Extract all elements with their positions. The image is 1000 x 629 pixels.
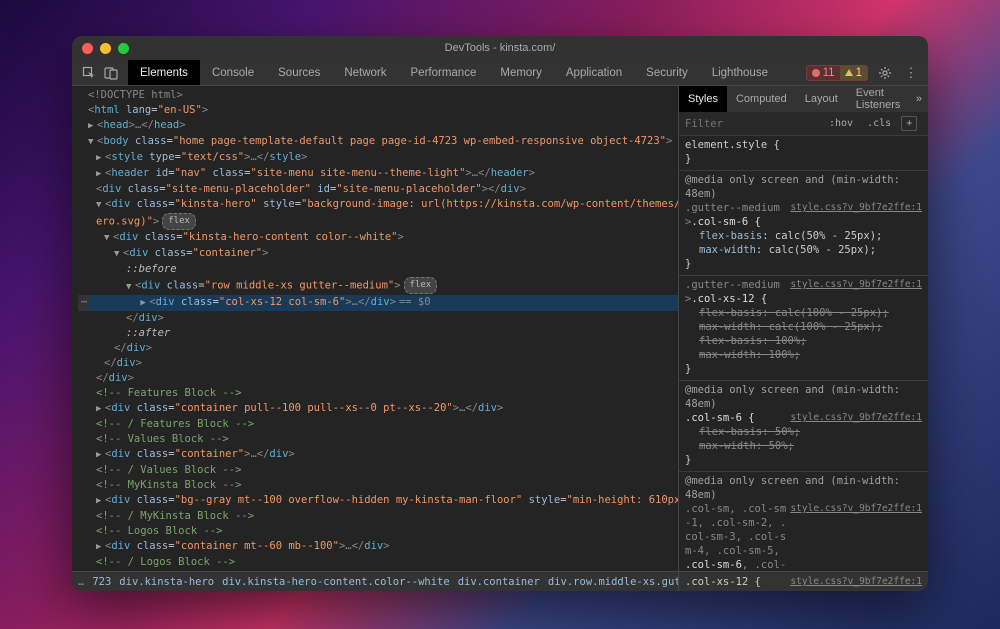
media-query: @media only screen and (min-width: 48em) [685, 173, 922, 201]
pseudo-after: ::after [126, 327, 170, 339]
css-rule[interactable]: @media only screen and (min-width: 48em)… [679, 381, 928, 472]
comment: <!-- Values Block --> [96, 433, 229, 445]
media-query: @media only screen and (min-width: 48em) [685, 474, 922, 502]
devtools-window: DevTools - kinsta.com/ Elements Console … [72, 36, 928, 591]
element-style-rule[interactable]: element.style { } [679, 136, 928, 171]
breadcrumb-item[interactable]: div.kinsta-hero-content.color--white [222, 576, 450, 588]
device-toolbar-icon[interactable] [102, 64, 120, 82]
tab-security[interactable]: Security [634, 60, 700, 85]
window-title: DevTools - kinsta.com/ [72, 42, 928, 54]
new-style-rule-button[interactable]: + [901, 116, 917, 131]
tab-event-listeners[interactable]: Event Listeners [847, 86, 910, 112]
minimize-icon[interactable] [100, 43, 111, 54]
styles-sidebar: Styles Computed Layout Event Listeners »… [678, 86, 928, 591]
main-content: <!DOCTYPE html> <html lang="en-US"> ▶<he… [72, 86, 928, 591]
issues-badge[interactable]: 11 1 [806, 65, 868, 81]
styles-body[interactable]: element.style { } @media only screen and… [679, 136, 928, 571]
breadcrumb-item[interactable]: 723 [92, 576, 111, 588]
tab-performance[interactable]: Performance [399, 60, 489, 85]
styles-filter-row: :hov .cls + ⁝ [679, 112, 928, 136]
breadcrumb-item[interactable]: div.container [458, 576, 540, 588]
sidebar-more-icon[interactable]: » [910, 93, 928, 105]
maximize-icon[interactable] [118, 43, 129, 54]
tab-network[interactable]: Network [332, 60, 398, 85]
inspect-icon[interactable] [80, 64, 98, 82]
source-link[interactable]: style.css?v_9bf7e2ffe:1 [790, 278, 922, 292]
source-link[interactable]: style.css?v_9bf7e2ffe:1 [790, 411, 922, 425]
footer-selector: .col-xs-12 { [685, 576, 761, 588]
tab-console[interactable]: Console [200, 60, 266, 85]
comment: <!-- Logos Block --> [96, 525, 222, 537]
breadcrumbs: … 723 div.kinsta-hero div.kinsta-hero-co… [72, 571, 678, 591]
error-count: 11 [823, 67, 835, 79]
sidebar-tabs: Styles Computed Layout Event Listeners » [679, 86, 928, 112]
breadcrumb-item[interactable]: div.row.middle-xs.gutter--medium [548, 576, 678, 588]
flex-badge[interactable]: flex [404, 277, 438, 294]
media-query: @media only screen and (min-width: 48em) [685, 383, 922, 411]
css-rule[interactable]: @media only screen and (min-width: 48em)… [679, 472, 928, 571]
tab-sources[interactable]: Sources [266, 60, 332, 85]
tab-elements[interactable]: Elements [128, 60, 200, 85]
dollar-zero: == $0 [399, 296, 431, 308]
styles-footer: .col-xs-12 { style.css?v_9bf7e2ffe:1 [679, 571, 928, 591]
styles-filter-input[interactable] [685, 118, 819, 130]
cls-button[interactable]: .cls [863, 117, 895, 130]
dom-tree[interactable]: <!DOCTYPE html> <html lang="en-US"> ▶<he… [72, 86, 678, 571]
css-rule[interactable]: @media only screen and (min-width: 48em)… [679, 171, 928, 276]
elements-panel: <!DOCTYPE html> <html lang="en-US"> ▶<he… [72, 86, 678, 591]
hov-button[interactable]: :hov [825, 117, 857, 130]
source-link[interactable]: style.css?v_9bf7e2ffe:1 [790, 576, 922, 587]
doctype: <!DOCTYPE html> [88, 89, 183, 101]
error-icon [812, 69, 820, 77]
main-tabbar: Elements Console Sources Network Perform… [72, 60, 928, 86]
source-link[interactable]: style.css?v_9bf7e2ffe:1 [790, 201, 922, 215]
main-tabs: Elements Console Sources Network Perform… [128, 60, 780, 85]
selected-node[interactable]: ⋯▶<div class="col-xs-12 col-sm-6">…</div… [78, 295, 678, 311]
comment: <!-- / MyKinsta Block --> [96, 510, 254, 522]
styles-more-icon[interactable]: ⁝ [923, 117, 928, 130]
tab-application[interactable]: Application [554, 60, 634, 85]
comment: <!-- / Logos Block --> [96, 556, 235, 568]
close-icon[interactable] [82, 43, 93, 54]
settings-icon[interactable] [876, 64, 894, 82]
traffic-lights [72, 43, 129, 54]
comment: <!-- / Values Block --> [96, 464, 241, 476]
comment: <!-- / Features Block --> [96, 418, 254, 430]
flex-badge[interactable]: flex [162, 213, 196, 230]
css-rule[interactable]: .gutter--medium>.col-xs-12 { style.css?v… [679, 276, 928, 381]
more-icon[interactable]: ⋮ [902, 64, 920, 82]
breadcrumb-item[interactable]: div.kinsta-hero [119, 576, 214, 588]
warning-icon [845, 69, 853, 76]
source-link[interactable]: style.css?v_9bf7e2ffe:1 [790, 502, 922, 516]
window-titlebar: DevTools - kinsta.com/ [72, 36, 928, 60]
tab-computed[interactable]: Computed [727, 86, 796, 112]
tab-memory[interactable]: Memory [488, 60, 554, 85]
comment: <!-- Features Block --> [96, 387, 241, 399]
tab-styles[interactable]: Styles [679, 86, 727, 112]
tab-lighthouse[interactable]: Lighthouse [700, 60, 780, 85]
breadcrumb-ellipsis[interactable]: … [78, 576, 84, 588]
pseudo-before: ::before [126, 263, 177, 275]
tab-layout[interactable]: Layout [796, 86, 847, 112]
warning-count: 1 [856, 67, 862, 79]
comment: <!-- MyKinsta Block --> [96, 479, 241, 491]
